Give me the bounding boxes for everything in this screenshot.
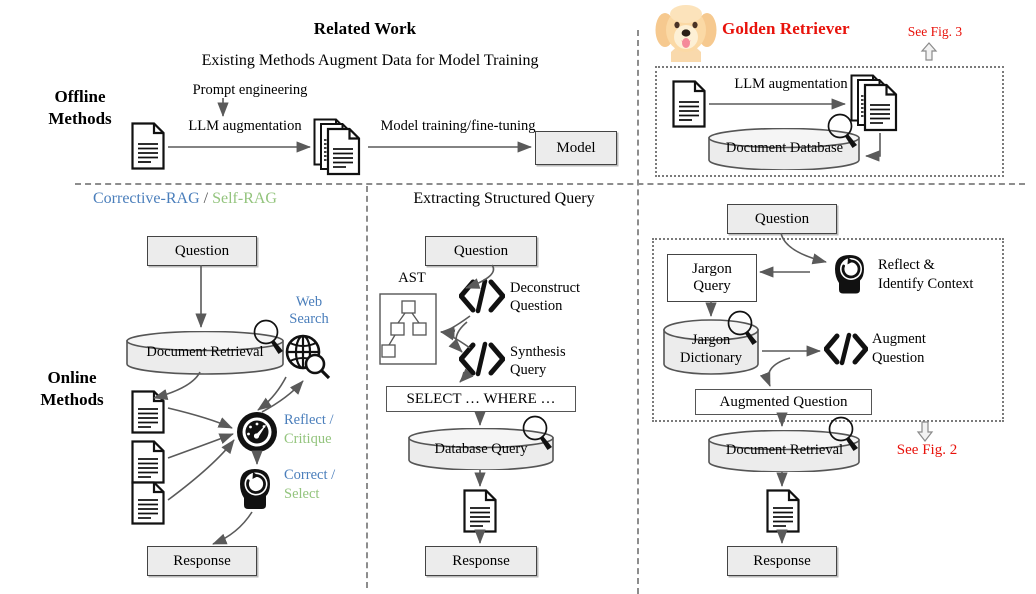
arrow-up-icon <box>919 42 939 62</box>
code-brackets-icon-synthesis <box>458 340 506 378</box>
synthesis-query-label: Synthesis Query <box>510 343 620 379</box>
select-label: Select <box>284 486 320 502</box>
reflect-identify-context-label: Reflect & Identify Context <box>878 256 1000 294</box>
see-fig-2-label: See Fig. 2 <box>896 442 958 458</box>
document-icon-retrieved-1 <box>131 390 165 434</box>
see-fig-3-label: See Fig. 3 <box>907 24 963 39</box>
figure-canvas: Related Work Existing Methods Augment Da… <box>0 0 1036 594</box>
jargon-query-box[interactable]: Jargon Query <box>667 254 757 302</box>
llm-augmentation-label-gr: LLM augmentation <box>734 76 848 92</box>
document-icon-retrieved-2 <box>131 440 165 484</box>
response-box-rag[interactable]: Response <box>147 546 257 576</box>
vertical-divider-middle <box>366 186 368 588</box>
llm-augmentation-label-offline: LLM augmentation <box>188 118 302 134</box>
corrective-self-rag-header: Corrective-RAG / Self-RAG <box>60 190 310 208</box>
correct-label: Correct / <box>284 467 336 483</box>
gauge-meter-icon <box>235 410 279 454</box>
ast-label: AST <box>398 270 426 286</box>
augmented-question-box[interactable]: Augmented Question <box>695 389 872 415</box>
horizontal-divider <box>75 183 1025 185</box>
ast-tree-icon <box>379 293 437 365</box>
offline-label-line2: Methods <box>48 109 112 128</box>
code-brackets-icon-deconstruct <box>458 277 506 315</box>
augment-line2: Question <box>872 350 925 366</box>
online-label-line1: Online <box>47 368 97 387</box>
related-work-subtitle: Existing Methods Augment Data for Model … <box>201 52 539 69</box>
reflect-line1: Reflect & <box>878 257 935 273</box>
rag-separator: / <box>199 190 213 207</box>
question-box-gr[interactable]: Question <box>727 204 837 234</box>
reflect-label: Reflect / <box>284 412 334 428</box>
response-box-gr[interactable]: Response <box>727 546 837 576</box>
question-box-sq[interactable]: Question <box>425 236 537 266</box>
document-icon-gr-result <box>766 489 800 533</box>
model-box[interactable]: Model <box>535 131 617 165</box>
arrow-down-icon <box>915 420 935 442</box>
extracting-structured-query-header: Extracting Structured Query <box>413 190 595 207</box>
prompt-engineering-label: Prompt engineering <box>192 82 308 98</box>
document-icon-retrieved-3 <box>131 481 165 525</box>
page-title-golden-retriever: Golden Retriever <box>722 19 850 38</box>
magnifier-icon-jargon-dictionary <box>726 309 760 347</box>
response-box-sq[interactable]: Response <box>425 546 537 576</box>
offline-label-line1: Offline <box>54 87 106 106</box>
document-icon-gr-input <box>672 80 706 128</box>
head-refresh-icon-gr <box>830 252 874 296</box>
reflect-line2: Identify Context <box>878 276 974 292</box>
head-refresh-icon-rag <box>234 466 280 512</box>
online-label-line2: Methods <box>40 390 104 409</box>
jargon-dict-line2: Dictionary <box>679 350 742 366</box>
jargon-query-line2: Query <box>693 278 731 294</box>
critique-label: Critique <box>284 431 332 447</box>
web-search-line1: Web <box>295 294 323 310</box>
corrective-rag-label: Corrective-RAG <box>93 190 200 207</box>
document-stack-icon-offline <box>313 118 367 176</box>
synthesis-line2: Query <box>510 362 547 378</box>
correct-select-label: Correct / Select <box>284 466 374 504</box>
augment-line1: Augment <box>872 331 926 347</box>
self-rag-label: Self-RAG <box>212 190 277 207</box>
magnifier-icon-document-retrieval-gr <box>827 415 861 453</box>
page-title-related-work: Related Work <box>313 19 417 38</box>
globe-search-icon <box>284 334 332 380</box>
deconstruct-line2: Question <box>510 298 563 314</box>
deconstruct-question-label: Deconstruct Question <box>510 279 620 315</box>
reflect-critique-label: Reflect / Critique <box>284 411 374 449</box>
synthesis-line1: Synthesis <box>510 344 566 360</box>
online-methods-label: Online Methods <box>12 367 132 411</box>
model-training-label: Model training/fine-tuning <box>380 118 536 134</box>
deconstruct-line1: Deconstruct <box>510 280 581 296</box>
web-search-label: Web Search <box>278 294 340 328</box>
golden-retriever-dog-icon <box>655 4 717 62</box>
offline-methods-label: Offline Methods <box>20 86 140 130</box>
sql-query-box[interactable]: SELECT … WHERE … <box>386 386 576 412</box>
magnifier-icon-database-query <box>521 414 555 452</box>
augment-question-label: Augment Question <box>872 330 972 368</box>
jargon-query-line1: Jargon <box>692 261 732 277</box>
document-icon-sq-result <box>463 489 497 533</box>
document-icon-offline-input <box>131 122 165 170</box>
web-search-line2: Search <box>289 311 329 327</box>
magnifier-icon-document-database <box>826 112 860 150</box>
code-brackets-icon-augment <box>823 331 869 367</box>
question-box-rag[interactable]: Question <box>147 236 257 266</box>
vertical-divider-main <box>637 30 639 594</box>
